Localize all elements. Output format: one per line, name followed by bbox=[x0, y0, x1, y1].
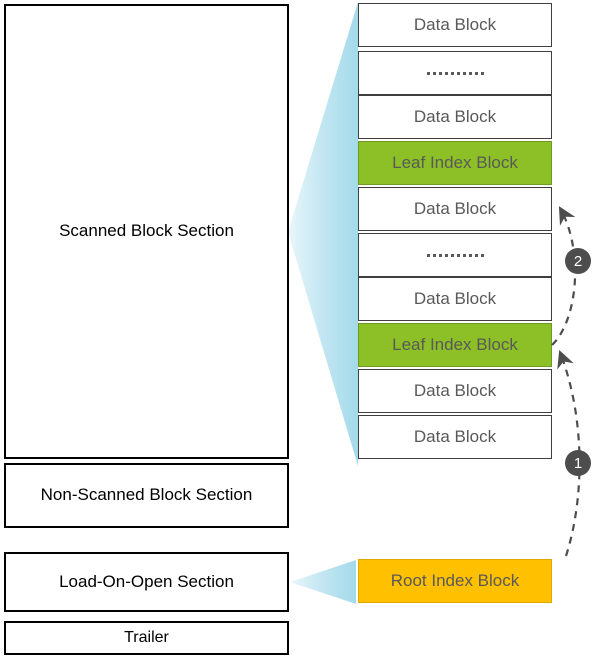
block-label: Leaf Index Block bbox=[392, 335, 518, 354]
section-scanned-block-label: Scanned Block Section bbox=[59, 221, 234, 241]
block-leaf-index-1: Leaf Index Block bbox=[358, 141, 552, 185]
ellipsis-dots bbox=[426, 253, 484, 257]
block-data-1: Data Block bbox=[358, 3, 552, 47]
block-ellipsis-2 bbox=[358, 233, 552, 277]
section-trailer-label: Trailer bbox=[124, 629, 169, 647]
block-data-6: Data Block bbox=[358, 415, 552, 459]
section-non-scanned-block: Non-Scanned Block Section bbox=[4, 463, 289, 528]
block-ellipsis-1 bbox=[358, 51, 552, 95]
block-data-3: Data Block bbox=[358, 187, 552, 231]
hfile-layout-diagram: Scanned Block Section Non-Scanned Block … bbox=[0, 0, 602, 659]
scanned-section-connector-wedge bbox=[288, 2, 358, 466]
block-data-4: Data Block bbox=[358, 277, 552, 321]
section-load-on-open-label: Load-On-Open Section bbox=[59, 571, 234, 591]
section-scanned-block: Scanned Block Section bbox=[4, 4, 289, 459]
block-label: Data Block bbox=[413, 107, 497, 126]
load-on-open-connector-wedge bbox=[290, 560, 356, 604]
block-label: Data Block bbox=[413, 15, 497, 34]
section-non-scanned-block-label: Non-Scanned Block Section bbox=[40, 485, 253, 505]
step-badge-2: 2 bbox=[565, 248, 591, 274]
step-badge-label: 1 bbox=[573, 454, 583, 472]
block-label: Root Index Block bbox=[390, 571, 520, 590]
step-badge-1: 1 bbox=[565, 450, 591, 476]
block-label: Data Block bbox=[413, 289, 497, 308]
block-label: Data Block bbox=[413, 381, 497, 400]
block-data-2: Data Block bbox=[358, 95, 552, 139]
ellipsis-dots bbox=[426, 71, 484, 75]
block-label: Data Block bbox=[413, 427, 497, 446]
section-load-on-open: Load-On-Open Section bbox=[4, 552, 289, 612]
step-badge-label: 2 bbox=[573, 252, 583, 270]
block-label: Leaf Index Block bbox=[392, 153, 518, 172]
block-leaf-index-2: Leaf Index Block bbox=[358, 323, 552, 367]
block-label: Data Block bbox=[413, 199, 497, 218]
section-trailer: Trailer bbox=[4, 621, 289, 655]
block-data-5: Data Block bbox=[358, 369, 552, 413]
arrow-leaf-index-to-data-block bbox=[551, 206, 577, 346]
block-root-index: Root Index Block bbox=[358, 559, 552, 603]
